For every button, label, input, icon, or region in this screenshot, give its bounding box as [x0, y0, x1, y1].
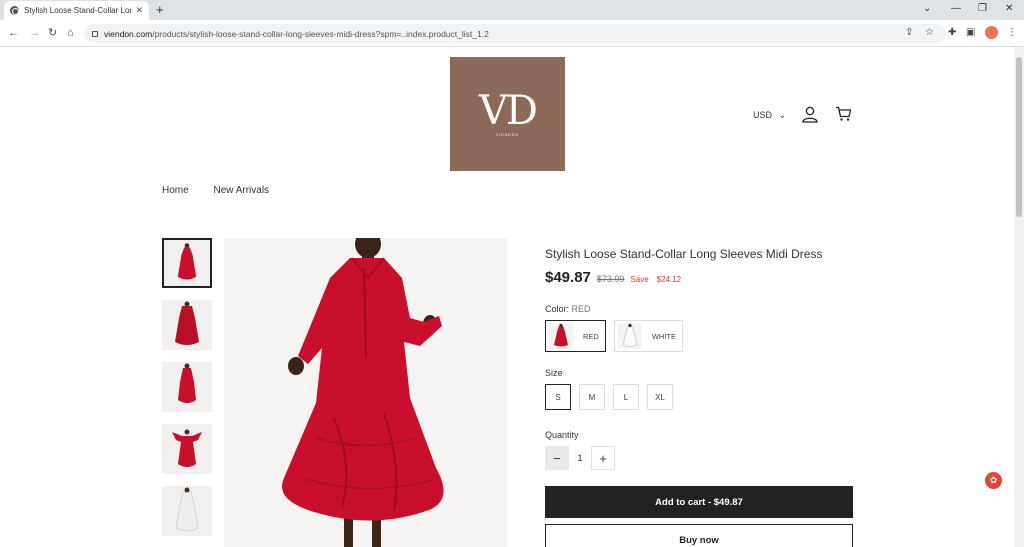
quantity-decrease-button[interactable]: − — [545, 446, 569, 470]
cart-icon[interactable] — [835, 106, 852, 122]
browser-toolbar: ← → ↻ ⌂ viendon.com/products/stylish-loo… — [0, 20, 1024, 47]
chevron-down-icon: ⌄ — [778, 110, 787, 120]
thumbnail-2[interactable] — [162, 300, 212, 350]
profile-avatar[interactable] — [985, 26, 998, 39]
save-amount: $24.12 — [656, 275, 682, 284]
browser-tabstrip: Stylish Loose Stand-Collar Long Sl ✕ + ⌄… — [0, 0, 1024, 20]
account-icon[interactable] — [802, 106, 818, 123]
size-option-m[interactable]: M — [579, 384, 605, 410]
size-option-s[interactable]: S — [545, 384, 571, 410]
menu-kebab-icon[interactable]: ⋮ — [1007, 26, 1017, 40]
quantity-increase-button[interactable]: + — [591, 446, 615, 470]
color-selected: RED — [571, 304, 591, 314]
white-dress-swatch-image — [617, 323, 642, 349]
thumbnail-5[interactable] — [162, 486, 212, 536]
size-option-xl[interactable]: XL — [647, 384, 673, 410]
color-option-label: RED — [583, 331, 599, 341]
quantity-stepper: − 1 + — [545, 446, 853, 470]
logo-brand: VIENDON — [496, 133, 519, 137]
url-path: /products/stylish-loose-stand-collar-lon… — [152, 28, 489, 39]
side-panel-icon[interactable]: ▣ — [966, 26, 975, 40]
product-title: Stylish Loose Stand-Collar Long Sleeves … — [545, 247, 823, 261]
save-label: Save — [630, 275, 649, 284]
page-scrollbar[interactable] — [1014, 47, 1024, 547]
red-dress-swatch-image — [549, 323, 573, 349]
lock-icon — [92, 30, 98, 37]
product-info: Stylish Loose Stand-Collar Long Sleeves … — [545, 247, 853, 547]
extensions-icon[interactable]: ✚ — [948, 26, 956, 40]
home-icon[interactable]: ⌂ — [67, 26, 74, 40]
size-option-l[interactable]: L — [613, 384, 639, 410]
product-main-image[interactable] — [224, 238, 507, 547]
back-icon[interactable]: ← — [8, 26, 19, 40]
store-logo[interactable]: VD VIENDON — [450, 57, 565, 171]
add-to-cart-button[interactable]: Add to cart - $49.87 — [545, 486, 853, 518]
browser-tab[interactable]: Stylish Loose Stand-Collar Long Sl ✕ — [4, 1, 149, 20]
chat-widget-icon[interactable]: ✿ — [985, 472, 1002, 489]
forward-icon[interactable]: → — [29, 26, 40, 40]
minimize-button[interactable]: — — [951, 2, 961, 16]
currency-label: USD — [753, 110, 773, 120]
quantity-value[interactable]: 1 — [569, 446, 591, 470]
main-nav: Home New Arrivals — [162, 185, 291, 196]
color-option-white[interactable]: WHITE — [613, 320, 684, 352]
thumbnail-4[interactable] — [162, 424, 212, 474]
close-tab-icon[interactable]: ✕ — [135, 5, 143, 16]
color-label: Color: RED — [545, 304, 853, 314]
thumbnail-1[interactable] — [162, 238, 212, 288]
scrollbar-thumb[interactable] — [1016, 57, 1022, 217]
url-domain: viendon.com — [104, 28, 153, 39]
logo-mark: VD — [479, 88, 538, 134]
color-option-label: WHITE — [651, 331, 677, 341]
color-option-red[interactable]: RED — [545, 320, 606, 352]
compare-price: $73.99 — [596, 274, 625, 284]
size-options: S M L XL — [545, 384, 853, 410]
thumbnail-list — [162, 238, 212, 547]
sale-price: $49.87 — [545, 269, 591, 286]
reload-icon[interactable]: ↻ — [48, 26, 57, 40]
size-label: Size — [545, 368, 563, 378]
store-page: VD VIENDON USD ⌄ Home New Arrivals Styli… — [0, 47, 1014, 547]
quantity-label: Quantity — [545, 430, 579, 440]
nav-new-arrivals[interactable]: New Arrivals — [213, 185, 269, 196]
tab-search-icon[interactable]: ⌄ — [923, 2, 931, 16]
new-tab-button[interactable]: + — [156, 2, 164, 18]
address-bar[interactable]: viendon.com/products/stylish-loose-stand… — [84, 24, 946, 43]
thumbnail-3[interactable] — [162, 362, 212, 412]
globe-icon — [10, 6, 19, 15]
close-window-button[interactable]: ✕ — [1005, 2, 1013, 16]
buy-now-button[interactable]: Buy now — [545, 524, 853, 547]
restore-button[interactable]: ❐ — [978, 2, 987, 16]
share-icon[interactable]: ⇪ — [905, 26, 913, 40]
price-row: $49.87 $73.99 Save $24.12 — [545, 269, 853, 286]
currency-selector[interactable]: USD ⌄ — [753, 110, 786, 121]
bookmark-star-icon[interactable]: ☆ — [925, 26, 934, 40]
color-swatches: RED WHITE — [545, 320, 853, 352]
nav-home[interactable]: Home — [162, 185, 189, 196]
color-label-text: Color: — [545, 304, 570, 314]
tab-title: Stylish Loose Stand-Collar Long Sl — [24, 6, 131, 15]
